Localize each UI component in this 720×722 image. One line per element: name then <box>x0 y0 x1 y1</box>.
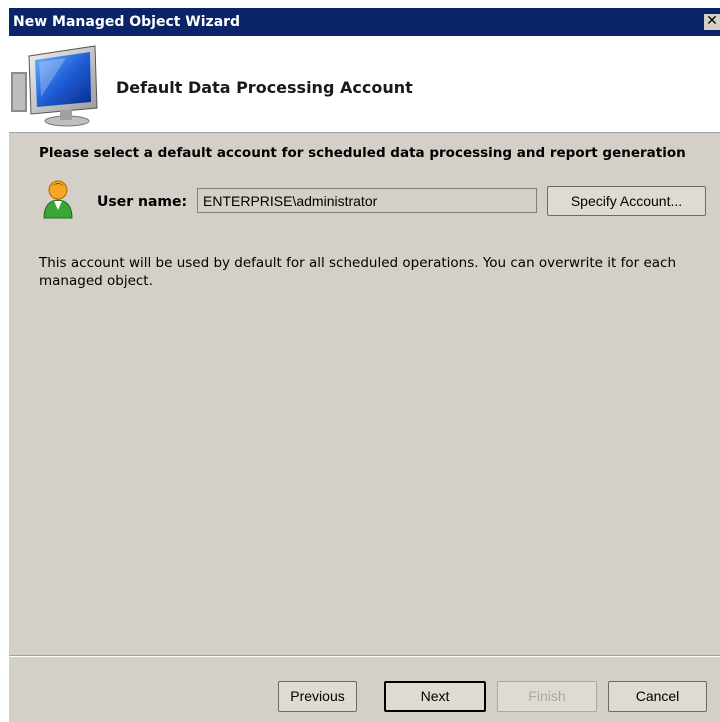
user-name-label: User name: <box>97 194 188 210</box>
finish-button[interactable]: Finish <box>497 681 597 712</box>
user-icon <box>43 180 73 219</box>
cancel-button[interactable]: Cancel <box>608 681 707 712</box>
info-text: This account will be used by default for… <box>39 255 676 289</box>
specify-account-button[interactable]: Specify Account... <box>547 186 706 216</box>
footer-divider <box>9 655 720 657</box>
window-title: New Managed Object Wizard <box>13 14 241 30</box>
wizard-header: Default Data Processing Account <box>9 36 720 133</box>
user-name-field[interactable] <box>197 188 537 213</box>
wizard-window: New Managed Object Wizard ✕ Default Data… <box>9 8 720 722</box>
next-button[interactable]: Next <box>384 681 486 712</box>
monitor-icon <box>11 45 98 127</box>
previous-button[interactable]: Previous <box>278 681 357 712</box>
instruction-text: Please select a default account for sche… <box>39 145 686 161</box>
title-bar[interactable]: New Managed Object Wizard ✕ <box>9 8 720 36</box>
page-title: Default Data Processing Account <box>116 78 413 97</box>
close-icon[interactable]: ✕ <box>704 14 720 30</box>
